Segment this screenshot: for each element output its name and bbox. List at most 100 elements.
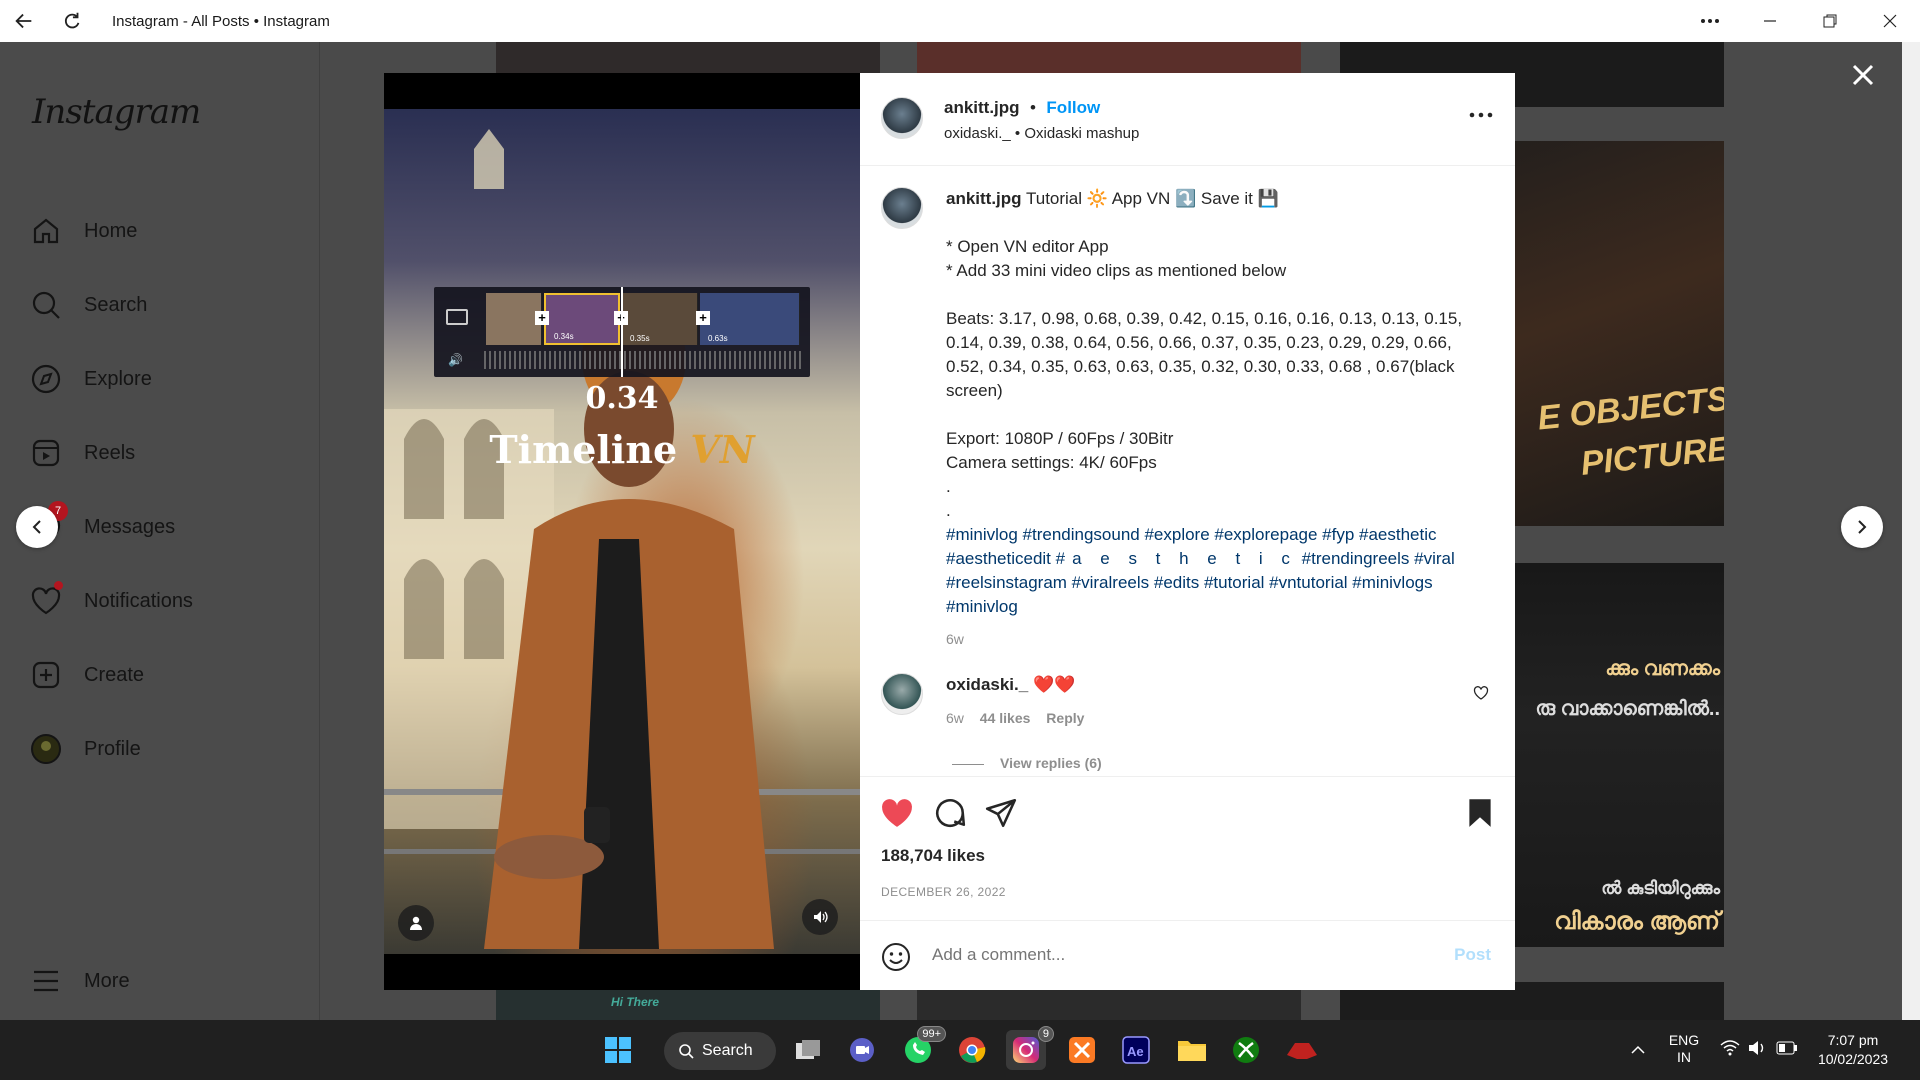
saved-bookmark-icon[interactable] <box>1463 796 1497 830</box>
caption-age: 6w <box>946 631 964 647</box>
audio-track-name[interactable]: Oxidaski mashup <box>1024 125 1139 142</box>
commenter-username[interactable]: oxidaski._ <box>946 675 1028 694</box>
sidebar-item-label: More <box>84 969 130 992</box>
caption-hashtags[interactable]: #minivlog #trendingsound #explore #explo… <box>946 523 1486 619</box>
comment-row: oxidaski._ ❤️❤️ <box>946 675 1075 695</box>
post-options-icon[interactable] <box>1469 105 1493 123</box>
caption-line: Camera settings: 4K/ 60Fps <box>946 453 1157 472</box>
windows-start-icon[interactable] <box>598 1030 638 1070</box>
close-modal-icon[interactable] <box>1848 60 1878 90</box>
feed-tile[interactable]: Hi There <box>496 990 880 1020</box>
language-indicator[interactable]: ENG IN <box>1666 1032 1702 1066</box>
tile-text: വികാരം ആണ് <box>1554 908 1720 935</box>
create-plus-icon <box>32 661 60 689</box>
film-icon <box>446 309 468 325</box>
comment-reply-button[interactable]: Reply <box>1046 710 1084 726</box>
more-options-icon[interactable] <box>1680 0 1740 42</box>
home-icon <box>33 218 59 244</box>
xbox-icon[interactable] <box>1226 1030 1266 1070</box>
sidebar-item-label: Create <box>84 663 145 686</box>
sidebar-item-notifications[interactable]: Notifications <box>30 579 300 623</box>
caption-author-avatar[interactable] <box>881 187 923 229</box>
caption-line: . <box>946 477 951 496</box>
audio-username[interactable]: oxidaski._ <box>944 125 1011 142</box>
game-app-icon[interactable] <box>1282 1030 1322 1070</box>
clip-duration: 0.63s <box>708 334 728 343</box>
chrome-icon[interactable] <box>952 1030 992 1070</box>
comment-icon[interactable] <box>933 796 967 830</box>
chevron-right-icon <box>1858 520 1867 534</box>
task-view-icon[interactable] <box>788 1030 828 1070</box>
post-caption: ankitt.jpg Tutorial 🔆 App VN ⤵️ Save it … <box>946 187 1486 651</box>
sidebar-item-more[interactable]: More <box>30 959 300 1003</box>
minimize-icon[interactable] <box>1740 0 1800 42</box>
whatsapp-badge: 99+ <box>917 1026 946 1042</box>
follow-button[interactable]: Follow <box>1046 98 1100 117</box>
previous-post-button[interactable] <box>16 506 58 548</box>
tile-text: ൽ കുടിയിറുക്കും <box>1601 878 1720 898</box>
refresh-icon[interactable] <box>48 0 96 42</box>
hamburger-menu-icon <box>34 970 58 992</box>
instagram-logo[interactable]: Instagram <box>32 92 201 132</box>
comment-like-heart-icon[interactable] <box>1473 685 1489 706</box>
feed-tile[interactable] <box>917 990 1301 1020</box>
close-window-icon[interactable] <box>1860 0 1920 42</box>
sidebar-item-reels[interactable]: Reels <box>30 431 300 475</box>
window-titlebar: Instagram - All Posts • Instagram <box>0 0 1920 42</box>
share-icon[interactable] <box>984 796 1018 830</box>
clock[interactable]: 7:07 pm 10/02/2023 <box>1810 1031 1896 1069</box>
tagged-user-icon[interactable] <box>398 905 434 941</box>
likes-count[interactable]: 188,704 likes <box>881 846 985 866</box>
author-avatar[interactable] <box>881 97 923 139</box>
author-username[interactable]: ankitt.jpg <box>944 98 1020 117</box>
page-scrollbar[interactable] <box>1902 42 1920 1020</box>
svg-text:Ae: Ae <box>1127 1044 1144 1059</box>
caption-line: * Open VN editor App <box>946 237 1109 256</box>
view-replies-button[interactable]: View replies (6) <box>952 755 1102 775</box>
palace-background <box>384 129 860 949</box>
taskbar-search[interactable]: Search <box>664 1032 776 1070</box>
post-media-video[interactable]: 🔊 0.34s 0.35s 0.63s + + + 0.34 Timeline … <box>384 73 860 990</box>
tile-text: E OBJECTS <box>1535 379 1724 438</box>
emoji-icon[interactable] <box>881 942 911 972</box>
whatsapp-icon[interactable]: 99+ <box>898 1026 946 1070</box>
teams-chat-icon[interactable] <box>842 1030 882 1070</box>
caption-line <box>946 283 1486 307</box>
commenter-avatar[interactable] <box>881 673 923 715</box>
file-explorer-icon[interactable] <box>1172 1030 1212 1070</box>
xampp-icon[interactable] <box>1062 1030 1102 1070</box>
battery-icon[interactable] <box>1776 1041 1798 1060</box>
instagram-badge: 9 <box>1037 1026 1054 1042</box>
audio-toggle-icon[interactable] <box>802 899 838 935</box>
notification-dot <box>54 581 63 590</box>
tile-text: ക്കും വണക്കം <box>1605 658 1720 680</box>
restore-icon[interactable] <box>1800 0 1860 42</box>
caption-line <box>946 403 1486 427</box>
sidebar-item-create[interactable]: Create <box>30 653 300 697</box>
caption-author-username[interactable]: ankitt.jpg <box>946 189 1022 208</box>
post-comment-button[interactable]: Post <box>1454 945 1491 965</box>
video-frame: 🔊 0.34s 0.35s 0.63s + + + 0.34 Timeline … <box>384 109 860 954</box>
sidebar-item-explore[interactable]: Explore <box>30 357 300 401</box>
after-effects-icon[interactable]: Ae <box>1116 1030 1156 1070</box>
back-arrow-icon[interactable] <box>0 0 48 42</box>
next-post-button[interactable] <box>1841 506 1883 548</box>
post-detail-panel: ankitt.jpg • Follow oxidaski._ • Oxidask… <box>860 73 1515 990</box>
sidebar-item-home[interactable]: Home <box>30 209 300 253</box>
sidebar-item-profile[interactable]: Profile <box>30 727 300 771</box>
liked-heart-icon[interactable] <box>880 796 914 830</box>
sidebar-item-search[interactable]: Search <box>30 283 300 327</box>
instagram-app-icon[interactable]: 9 <box>1006 1026 1054 1070</box>
caption-line: Export: 1080P / 60Fps / 30Bitr <box>946 429 1174 448</box>
clip-duration: 0.35s <box>630 334 650 343</box>
sidebar-item-label: Notifications <box>84 589 193 612</box>
sidebar-item-messages[interactable]: 7 Messages <box>30 501 300 549</box>
comment-meta: 6w 44 likes Reply <box>946 710 1084 726</box>
window-title: Instagram - All Posts • Instagram <box>112 12 330 30</box>
tile-text: രു വാക്കാണെങ്കിൽ.. <box>1535 698 1720 720</box>
comment-likes[interactable]: 44 likes <box>980 710 1031 726</box>
wifi-icon[interactable] <box>1720 1040 1740 1061</box>
chevron-up-icon[interactable] <box>1630 1042 1646 1060</box>
speaker-icon[interactable] <box>1748 1040 1768 1061</box>
comment-input[interactable] <box>932 945 1153 965</box>
